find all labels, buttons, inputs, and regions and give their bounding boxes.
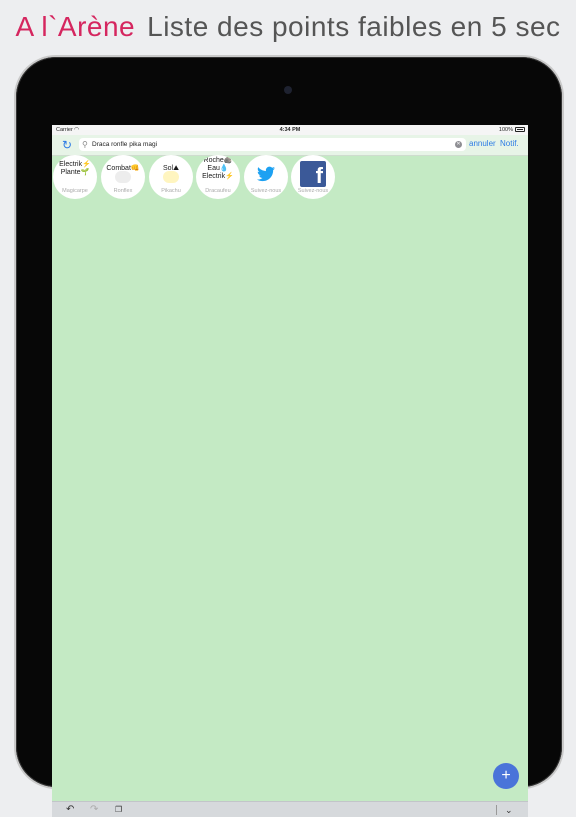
ipad-frame: Carrier ◠ 4:34 PM 100% ↻ ⚲ ✕ annuler Not… [16, 57, 562, 817]
bubble-types: Sol⛰ [163, 165, 179, 172]
status-time: 4:34 PM [279, 127, 301, 133]
clear-search-icon[interactable]: ✕ [455, 141, 462, 148]
app-screen: Carrier ◠ 4:34 PM 100% ↻ ⚲ ✕ annuler Not… [52, 125, 528, 817]
notifications-button[interactable]: Notif. [500, 139, 519, 148]
headline-brand: A l`Arène [15, 11, 136, 42]
bubble-name: Ronflex [113, 188, 133, 194]
bubble-facebook[interactable]: f Suivez-nous [291, 155, 335, 199]
search-bar: ⚲ ✕ [79, 138, 466, 151]
twitter-icon [257, 166, 275, 182]
bubble-ronflex[interactable]: Combat👊 Ronflex [101, 155, 145, 199]
paste-icon[interactable]: ❐ [115, 804, 122, 816]
add-button[interactable]: + [493, 763, 519, 789]
reload-icon[interactable]: ↻ [60, 138, 74, 152]
bubble-magicarpe[interactable]: Electrik⚡ Plante🌱 Magicarpe [53, 155, 97, 199]
headline: A l`Arène Liste des points faibles en 5 … [0, 0, 576, 54]
bubble-name: Suivez-nous [250, 188, 282, 194]
keyboard-toolbar: ↶ ↷ ❐ ⌄ [52, 801, 528, 817]
battery-icon [515, 127, 525, 132]
search-input[interactable] [92, 138, 450, 151]
pokemon-bubbles: Electrik⚡ Plante🌱 Magicarpe Combat👊 Ronf… [52, 155, 528, 201]
bubble-types: Roche🪨 Eau💧 Electrik⚡ [202, 157, 234, 180]
bubble-name: Dracaufeu [205, 188, 231, 194]
camera-dot [284, 86, 292, 94]
bubble-twitter[interactable]: Suivez-nous [244, 155, 288, 199]
bubble-name: Suivez-nous [297, 188, 329, 194]
battery-percent: 100% [498, 127, 513, 133]
undo-icon[interactable]: ↶ [66, 804, 74, 816]
bubble-name: Magicarpe [62, 188, 88, 194]
headline-subtitle: Liste des points faibles en 5 sec [147, 11, 561, 42]
bubble-pikachu[interactable]: Sol⛰ Pikachu [149, 155, 193, 199]
bubble-name: Pikachu [161, 188, 181, 194]
toolbar-divider [496, 805, 497, 815]
search-icon: ⚲ [82, 140, 88, 149]
bubble-dracaufeu[interactable]: Roche🪨 Eau💧 Electrik⚡ Dracaufeu [196, 155, 240, 199]
chevron-down-icon[interactable]: ⌄ [505, 804, 513, 816]
facebook-icon: f [300, 161, 326, 188]
nav-bar: ↻ ⚲ ✕ annuler Notif. [52, 135, 528, 156]
bubble-types: Combat👊 [106, 165, 140, 172]
bubble-types: Electrik⚡ Plante🌱 [59, 161, 91, 176]
redo-icon[interactable]: ↷ [90, 804, 98, 816]
status-bar: Carrier ◠ 4:34 PM 100% [52, 125, 528, 135]
cancel-button[interactable]: annuler [469, 139, 496, 148]
